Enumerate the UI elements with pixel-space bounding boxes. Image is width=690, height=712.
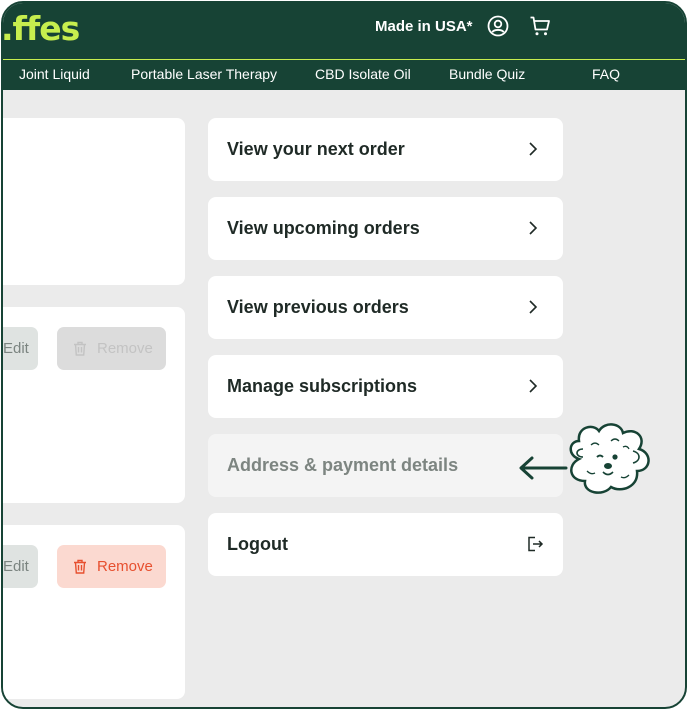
chevron-right-icon: [529, 300, 538, 314]
edit-button-label: Edit: [3, 558, 29, 575]
remove-button-label: Remove: [97, 340, 153, 357]
remove-button-label: Remove: [97, 558, 153, 575]
main-nav: Joint Liquid Portable Laser Therapy CBD …: [3, 59, 685, 90]
menu-item-previous-orders[interactable]: View previous orders: [208, 276, 563, 339]
brand-logo[interactable]: .ffes: [3, 9, 80, 48]
user-icon[interactable]: [487, 15, 509, 37]
remove-button[interactable]: Remove: [57, 545, 166, 588]
menu-item-label: Manage subscriptions: [227, 376, 418, 396]
app-frame: .ffes Made in USA* Joint Liquid Portable…: [1, 1, 687, 709]
nav-bundle-quiz[interactable]: Bundle Quiz: [449, 66, 525, 82]
menu-item-logout[interactable]: Logout: [208, 513, 563, 576]
menu-item-manage-subscriptions[interactable]: Manage subscriptions: [208, 355, 563, 418]
top-bar: .ffes Made in USA*: [3, 3, 685, 59]
nav-joint-liquid[interactable]: Joint Liquid: [19, 66, 90, 82]
remove-button[interactable]: Remove: [57, 327, 166, 370]
made-in-usa-label: Made in USA*: [375, 18, 473, 35]
chevron-right-icon: [529, 379, 538, 393]
chevron-right-icon: [529, 221, 538, 235]
nav-cbd-isolate-oil[interactable]: CBD Isolate Oil: [315, 66, 411, 82]
menu-item-label: View your next order: [227, 139, 405, 159]
nav-portable-laser-therapy[interactable]: Portable Laser Therapy: [131, 66, 277, 82]
arrow-left-icon: [519, 456, 568, 480]
trash-icon: [74, 559, 86, 574]
edit-button-label: Edit: [3, 340, 29, 357]
logout-icon: [528, 536, 544, 552]
menu-item-label: View upcoming orders: [227, 218, 420, 238]
menu-item-address-payment[interactable]: Address & payment details: [208, 434, 563, 497]
cart-icon[interactable]: [529, 15, 551, 37]
subscription-card: [3, 118, 185, 285]
dog-mascot: [569, 423, 650, 494]
menu-item-next-order[interactable]: View your next order: [208, 118, 563, 181]
nav-faq[interactable]: FAQ: [592, 66, 620, 82]
edit-button[interactable]: Edit: [3, 327, 38, 370]
chevron-right-icon: [529, 142, 538, 156]
menu-item-label: Logout: [227, 534, 288, 554]
menu-item-upcoming-orders[interactable]: View upcoming orders: [208, 197, 563, 260]
menu-item-label: View previous orders: [227, 297, 409, 317]
edit-button[interactable]: Edit: [3, 545, 38, 588]
trash-icon: [74, 341, 86, 356]
menu-item-label: Address & payment details: [227, 455, 459, 475]
